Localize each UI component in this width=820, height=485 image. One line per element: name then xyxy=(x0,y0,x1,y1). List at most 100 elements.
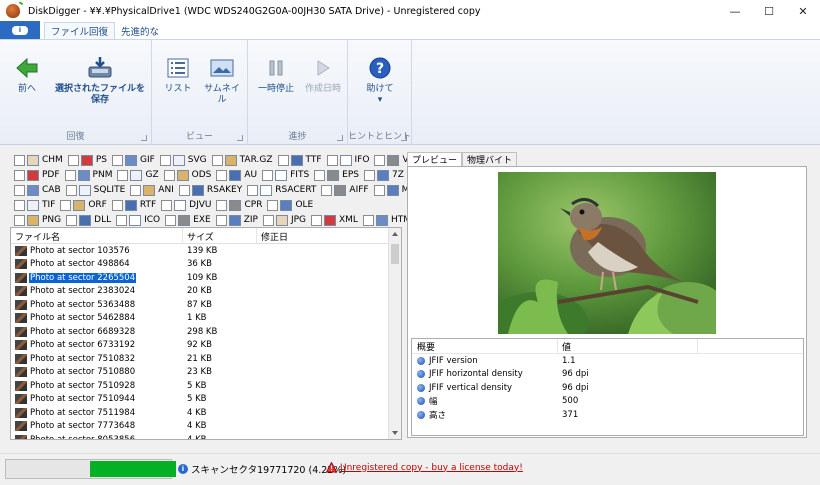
file-type-checkbox[interactable] xyxy=(165,214,177,226)
file-type-sqlite[interactable]: SQLITE xyxy=(65,183,131,197)
back-button[interactable]: 前へ xyxy=(10,54,44,95)
file-type-pdf[interactable]: PDF xyxy=(14,168,65,182)
file-list-row[interactable]: Photo at sector 7510928 5 KB xyxy=(11,379,389,393)
group-launcher-tips[interactable] xyxy=(401,135,407,141)
file-type-checkbox[interactable] xyxy=(216,169,228,181)
file-list-row[interactable]: Photo at sector 498864 36 KB xyxy=(11,258,389,272)
group-launcher-progress[interactable] xyxy=(337,135,343,141)
file-type-checkbox[interactable] xyxy=(311,214,322,226)
file-type-ifo[interactable]: IFO xyxy=(326,153,375,167)
file-type-aiff[interactable]: AIFF xyxy=(321,183,373,197)
column-modified[interactable]: 修正日 xyxy=(257,228,389,244)
file-type-fits[interactable]: FITS xyxy=(262,168,314,182)
file-type-djvu[interactable]: DJVU xyxy=(161,198,216,212)
file-type-checkbox[interactable] xyxy=(130,184,142,196)
file-type-checkbox[interactable] xyxy=(326,154,338,166)
file-type-rsacert[interactable]: RSACERT xyxy=(247,183,321,197)
file-list-row[interactable]: Photo at sector 7510944 5 KB xyxy=(11,393,389,407)
file-list-row[interactable]: Photo at sector 2383024 20 KB xyxy=(11,285,389,299)
file-type-tif[interactable]: TIF xyxy=(14,198,60,212)
file-type-checkbox[interactable] xyxy=(277,154,289,166)
file-type-ole[interactable]: OLE xyxy=(267,198,318,212)
file-type-checkbox[interactable] xyxy=(262,169,274,181)
file-type-xml[interactable]: XML xyxy=(311,213,363,227)
file-type-ps[interactable]: PS xyxy=(67,153,112,167)
file-type-checkbox[interactable] xyxy=(262,214,274,226)
file-type-dll[interactable]: DLL xyxy=(66,213,116,227)
buy-license-link[interactable]: Unregistered copy - buy a license today! xyxy=(340,463,523,473)
file-type-checkbox[interactable] xyxy=(14,154,25,166)
file-type-checkbox[interactable] xyxy=(117,169,129,181)
file-type-gif[interactable]: GIF xyxy=(111,153,160,167)
tab-advanced[interactable]: 先進的な xyxy=(115,22,165,39)
file-type-checkbox[interactable] xyxy=(362,214,374,226)
file-type-checkbox[interactable] xyxy=(161,199,173,211)
file-type-zip[interactable]: ZIP xyxy=(215,213,263,227)
column-size[interactable]: サイズ xyxy=(183,228,257,244)
file-type-rtf[interactable]: RTF xyxy=(111,198,161,212)
column-summary[interactable]: 概要 xyxy=(412,339,558,353)
maximize-button[interactable]: ☐ xyxy=(752,0,786,22)
file-type-checkbox[interactable] xyxy=(216,199,228,211)
file-type-cpr[interactable]: CPR xyxy=(216,198,267,212)
file-type-checkbox[interactable] xyxy=(159,154,171,166)
file-list-row[interactable]: Photo at sector 7510832 21 KB xyxy=(11,352,389,366)
file-type-checkbox[interactable] xyxy=(267,199,279,211)
file-type-checkbox[interactable] xyxy=(178,184,190,196)
group-launcher-view[interactable] xyxy=(237,135,243,141)
scroll-down-icon[interactable] xyxy=(392,431,398,435)
file-list-scrollbar[interactable] xyxy=(388,228,401,439)
file-type-checkbox[interactable] xyxy=(111,154,123,166)
file-type-au[interactable]: AU xyxy=(216,168,262,182)
file-list-row[interactable]: Photo at sector 8053856 4 KB xyxy=(11,433,389,439)
file-list-row[interactable]: Photo at sector 7510880 23 KB xyxy=(11,366,389,380)
tab-raw-bytes[interactable]: 物理バイト xyxy=(462,152,518,167)
file-type-chm[interactable]: CHM xyxy=(14,153,68,167)
file-type-checkbox[interactable] xyxy=(215,214,227,226)
list-view-button[interactable]: リスト xyxy=(160,54,196,95)
column-value[interactable]: 値 xyxy=(558,339,698,353)
help-button[interactable]: ? 助けて ▾ xyxy=(360,54,400,106)
file-type-jpg[interactable]: JPG xyxy=(262,213,311,227)
file-list-row[interactable]: Photo at sector 6733192 92 KB xyxy=(11,339,389,353)
file-type-svg[interactable]: SVG xyxy=(159,153,212,167)
file-list-row[interactable]: Photo at sector 2265504 109 KB xyxy=(11,271,389,285)
file-type-checkbox[interactable] xyxy=(116,214,128,226)
close-button[interactable]: ✕ xyxy=(786,0,820,22)
file-list-row[interactable]: Photo at sector 5462884 1 KB xyxy=(11,312,389,326)
file-type-checkbox[interactable] xyxy=(247,184,259,196)
file-type-checkbox[interactable] xyxy=(14,214,25,226)
file-type-checkbox[interactable] xyxy=(374,154,386,166)
tab-preview[interactable]: プレビュー xyxy=(407,152,463,167)
file-type-checkbox[interactable] xyxy=(14,184,25,196)
file-type-checkbox[interactable] xyxy=(14,169,25,181)
tab-file-recovery[interactable]: ファイル回復 xyxy=(44,22,116,39)
file-type-checkbox[interactable] xyxy=(111,199,123,211)
file-type-checkbox[interactable] xyxy=(66,214,78,226)
file-type-checkbox[interactable] xyxy=(64,169,76,181)
file-list-row[interactable]: Photo at sector 7511984 4 KB xyxy=(11,406,389,420)
file-type-checkbox[interactable] xyxy=(14,199,25,211)
file-type-ico[interactable]: ICO xyxy=(116,213,165,227)
file-type-checkbox[interactable] xyxy=(314,169,326,181)
scroll-up-icon[interactable] xyxy=(392,232,398,236)
file-type-checkbox[interactable] xyxy=(163,169,175,181)
file-type-gz[interactable]: GZ xyxy=(117,168,163,182)
file-type-7z[interactable]: 7Z xyxy=(363,168,409,182)
file-type-png[interactable]: PNG xyxy=(14,213,66,227)
minimize-button[interactable]: — xyxy=(718,0,752,22)
column-file-name[interactable]: ファイル名 xyxy=(11,228,183,244)
file-list-row[interactable]: Photo at sector 5363488 87 KB xyxy=(11,298,389,312)
file-type-orf[interactable]: ORF xyxy=(60,198,112,212)
file-type-tar-gz[interactable]: TAR.GZ xyxy=(211,153,278,167)
group-launcher-recovery[interactable] xyxy=(141,135,147,141)
file-list-row[interactable]: Photo at sector 103576 139 KB xyxy=(11,244,389,258)
file-type-pnm[interactable]: PNM xyxy=(64,168,118,182)
file-type-ttf[interactable]: TTF xyxy=(277,153,327,167)
file-list-row[interactable]: Photo at sector 7773648 4 KB xyxy=(11,420,389,434)
file-type-rsakey[interactable]: RSAKEY xyxy=(178,183,247,197)
file-type-exe[interactable]: EXE xyxy=(165,213,216,227)
pause-button[interactable]: 一時停止 xyxy=(254,54,298,95)
file-type-checkbox[interactable] xyxy=(67,154,79,166)
file-type-checkbox[interactable] xyxy=(60,199,72,211)
